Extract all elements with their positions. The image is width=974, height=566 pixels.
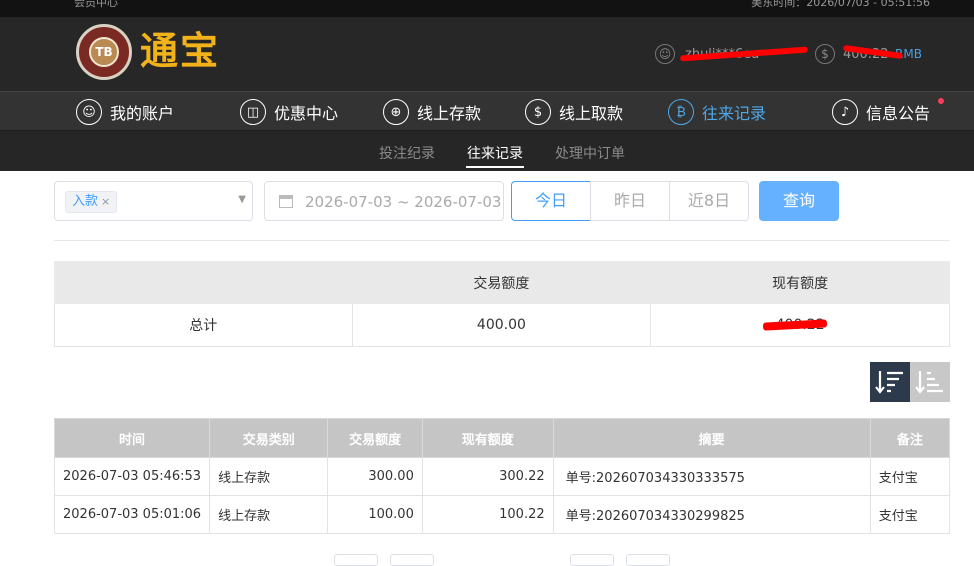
sort-descending-button[interactable] [870,362,910,402]
logo-chip-icon[interactable]: TB [76,24,132,80]
us-east-time: 美东时间：2026/07/03 - 05:51:56 [751,0,930,9]
summary-header-blank [54,261,353,304]
summary-current-amount: 400.22 [650,303,950,347]
nav-promotions[interactable]: ◫ 优惠中心 [240,98,338,126]
site-header: TB 通宝 ☺ zhuli***6ea $ 400.22 RMB [0,17,974,91]
cell-summary: 单号:202607034330299825 [552,495,871,534]
tab-pending-orders[interactable]: 处理中订单 [555,143,625,163]
cell-summary: 单号:202607034330333575 [552,457,871,496]
tab-transaction-records[interactable]: 往来记录 [467,143,523,163]
nav-announcements[interactable]: ♪ 信息公告 [832,98,930,126]
nav-label: 线上取款 [559,104,624,123]
today-button[interactable]: 今日 [511,181,591,221]
col-summary[interactable]: 摘要 [552,418,871,458]
col-type[interactable]: 交易类别 [209,418,329,458]
query-button[interactable]: 查询 [759,181,839,221]
nav-label: 线上存款 [417,104,482,123]
cell-type: 线上存款 [209,457,329,496]
pagination-button[interactable] [334,554,378,566]
nav-label: 往来记录 [702,104,767,123]
records-header-row: 时间 交易类别 交易额度 现有额度 摘要 备注 [53,418,951,458]
deposit-icon: ⊕ [383,99,409,125]
date-range-value: 2026-07-03 ~ 2026-07-03 [305,193,502,211]
caret-down-icon[interactable]: ▼ [238,194,246,205]
cell-balance: 300.22 [421,457,554,496]
withdraw-icon: $ [525,99,551,125]
table-row: 2026-07-03 05:46:53 线上存款 300.00 300.22 单… [53,457,951,496]
col-balance[interactable]: 现有额度 [421,418,554,458]
records-table: 时间 交易类别 交易额度 现有额度 摘要 备注 2026-07-03 05:46… [53,418,951,534]
col-note[interactable]: 备注 [869,418,951,458]
summary-header-trade: 交易额度 [351,261,652,304]
bell-icon: ♪ [832,99,858,125]
main-nav: ☺ 我的账户 ◫ 优惠中心 ⊕ 线上存款 $ 线上取款 ₿ 往来记录 ♪ 信息公… [0,91,974,131]
cell-note: 支付宝 [869,457,951,496]
money-icon: $ [815,44,835,64]
nav-label: 优惠中心 [274,104,339,123]
last-8-days-button[interactable]: 近8日 [669,181,749,221]
sort-ascending-button[interactable] [910,362,950,402]
close-icon[interactable]: × [101,195,110,208]
active-tab-underline [466,166,524,168]
table-row: 2026-07-03 05:01:06 线上存款 100.00 100.22 单… [53,495,951,534]
calendar-icon [279,195,293,208]
divider [54,240,950,241]
date-range-picker[interactable]: 2026-07-03 ~ 2026-07-03 [264,181,504,221]
type-tag: 入款 × [65,191,118,213]
summary-header-current: 现有额度 [650,261,950,304]
sort-ascending-icon [915,371,943,394]
cell-type: 线上存款 [209,495,329,534]
nav-online-deposit[interactable]: ⊕ 线上存款 [383,98,481,126]
summary-label: 总计 [54,303,353,347]
summary-row: 总计 400.00 400.22 [54,303,950,347]
top-strip: 会员中心 美东时间：2026/07/03 - 05:51:56 [0,0,974,17]
cell-amount: 300.00 [327,457,423,496]
sub-nav: 投注纪录 往来记录 处理中订单 [0,131,974,171]
notification-dot [938,98,944,104]
pagination-button[interactable] [390,554,434,566]
nav-my-account[interactable]: ☺ 我的账户 [76,98,174,126]
records-icon: ₿ [668,99,694,125]
user-icon: ☺ [76,99,102,125]
user-icon: ☺ [655,44,675,64]
type-tag-label: 入款 [72,194,99,209]
nav-records[interactable]: ₿ 往来记录 [668,98,766,126]
gift-icon: ◫ [240,99,266,125]
col-time[interactable]: 时间 [53,418,211,458]
cell-balance: 100.22 [421,495,554,534]
cell-time: 2026-07-03 05:01:06 [53,495,211,534]
cell-amount: 100.00 [327,495,423,534]
pagination-button[interactable] [626,554,670,566]
col-amount[interactable]: 交易额度 [327,418,423,458]
logo-badge: TB [89,37,119,67]
cell-note: 支付宝 [869,495,951,534]
summary-header-row: 交易额度 现有额度 [54,261,950,304]
summary-table: 交易额度 现有额度 总计 400.00 400.22 [54,261,950,347]
nav-label: 我的账户 [110,104,175,123]
cell-time: 2026-07-03 05:46:53 [53,457,211,496]
summary-trade-amount: 400.00 [351,303,652,347]
type-select[interactable]: 入款 × ▼ [54,181,253,221]
nav-online-withdraw[interactable]: $ 线上取款 [525,98,623,126]
member-center-label: 会员中心 [74,0,118,9]
tab-bet-records[interactable]: 投注纪录 [379,143,435,163]
pagination-button[interactable] [570,554,614,566]
sort-descending-icon [875,371,903,394]
nav-label: 信息公告 [866,104,931,123]
yesterday-button[interactable]: 昨日 [590,181,670,221]
logo-text[interactable]: 通宝 [140,29,220,73]
